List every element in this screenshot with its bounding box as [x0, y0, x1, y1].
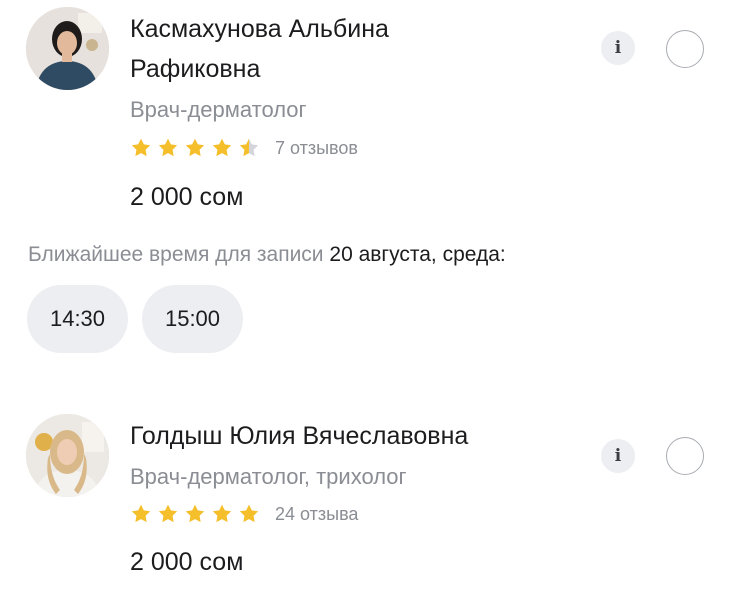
nearest-time-text: Ближайшее время для записи [28, 243, 324, 266]
star-icon [185, 138, 205, 157]
nearest-time-label: Ближайшее время для записи 20 августа, с… [28, 240, 506, 270]
info-icon[interactable]: i [601, 31, 635, 65]
doctor-specialty: Врач-дерматолог [130, 97, 307, 122]
star-icon [131, 504, 151, 523]
time-slots: 14:30 15:00 [27, 285, 257, 353]
doctor-name[interactable]: Касмахунова Альбина Рафиковна [130, 9, 570, 89]
reviews-link[interactable]: 24 отзыва [275, 504, 358, 525]
avatar-photo [26, 7, 109, 90]
avatar[interactable] [26, 7, 109, 90]
price: 2 000 сом [130, 183, 244, 211]
doctor-name[interactable]: Голдыш Юлия Вячеславовна [130, 416, 570, 456]
star-icon [158, 504, 178, 523]
star-icon [212, 138, 232, 157]
star-icon [185, 504, 205, 523]
avatar[interactable] [26, 414, 109, 497]
star-icon [158, 138, 178, 157]
rating-stars [130, 137, 265, 159]
nearest-date: 20 августа, среда: [329, 243, 506, 266]
star-icon [239, 138, 259, 157]
time-slot-button[interactable]: 14:30 [27, 285, 128, 353]
time-slot-button[interactable]: 15:00 [142, 285, 243, 353]
rating-row: 7 отзывов [130, 134, 358, 162]
doctor-name-line1: Касмахунова Альбина [130, 15, 389, 43]
reviews-link[interactable]: 7 отзывов [275, 138, 358, 159]
avatar-photo [26, 414, 109, 497]
price: 2 000 сом [130, 548, 244, 576]
star-icon [212, 504, 232, 523]
rating-row: 24 отзыва [130, 500, 358, 528]
doctor-specialty: Врач-дерматолог, трихолог [130, 464, 407, 489]
doctor-name-line2: Рафиковна [130, 55, 261, 83]
star-icon [239, 504, 259, 523]
doctor-name-line1: Голдыш Юлия Вячеславовна [130, 422, 469, 450]
doctor-list: Касмахунова Альбина Рафиковна Врач-дерма… [0, 0, 733, 600]
radio-unchecked-icon[interactable] [666, 437, 704, 475]
rating-stars [130, 503, 265, 525]
star-icon [131, 138, 151, 157]
radio-unchecked-icon[interactable] [666, 30, 704, 68]
info-icon[interactable]: i [601, 439, 635, 473]
